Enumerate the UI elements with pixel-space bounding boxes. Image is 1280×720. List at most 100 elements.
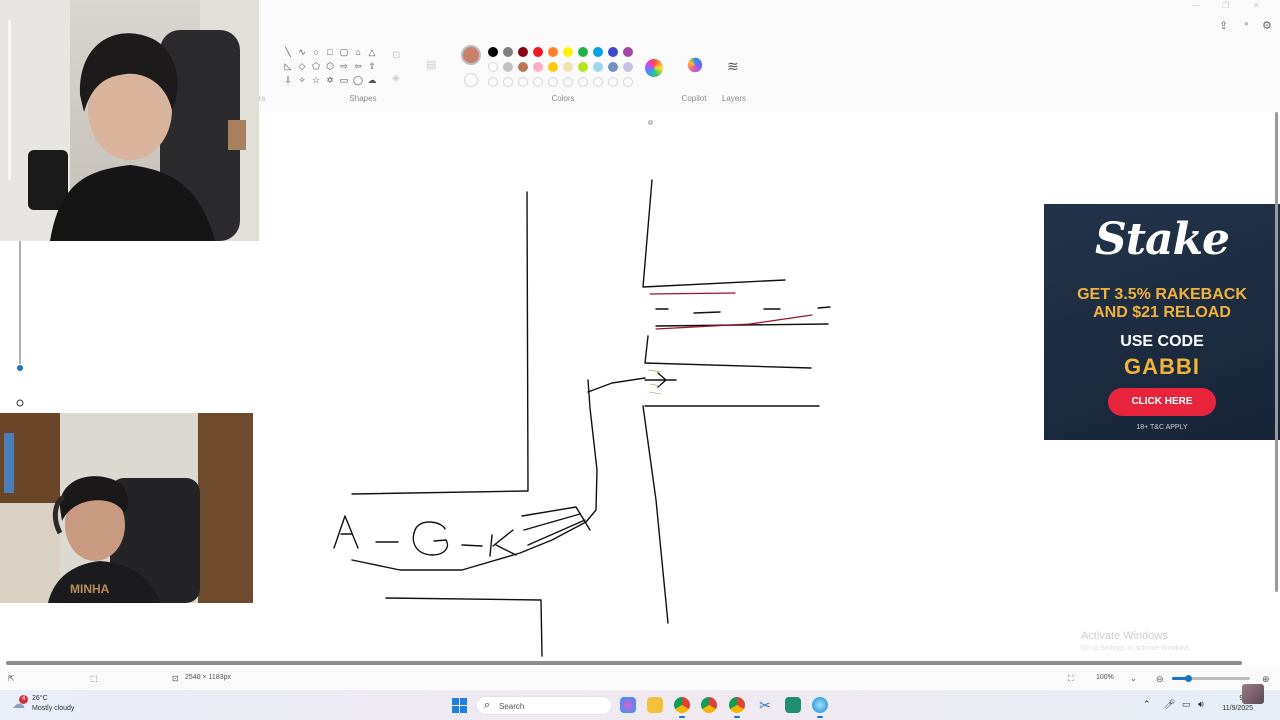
hexagon-shape-icon[interactable]: ⬡ bbox=[323, 59, 337, 73]
chrome-profile-2-icon[interactable] bbox=[701, 697, 717, 713]
notification-avatar[interactable] bbox=[1242, 684, 1264, 704]
palette-swatch[interactable] bbox=[576, 60, 591, 75]
palette-swatch[interactable] bbox=[546, 45, 561, 60]
zoom-dropdown-chevron-icon[interactable]: ⌄ bbox=[1130, 674, 1137, 683]
edit-colors-icon[interactable] bbox=[645, 59, 663, 77]
share-icon[interactable]: ⇪ bbox=[1219, 19, 1228, 35]
custom-color-slot[interactable] bbox=[516, 75, 531, 90]
vertical-scrollbar[interactable] bbox=[1275, 112, 1278, 592]
cloud-callout-shape-icon[interactable]: ☁ bbox=[365, 73, 379, 87]
palette-swatch[interactable] bbox=[591, 60, 606, 75]
up-arrow-shape-icon[interactable]: ⇧ bbox=[365, 59, 379, 73]
network-icon[interactable]: ▭ bbox=[1182, 699, 1191, 710]
close-icon[interactable]: ✕ bbox=[1253, 1, 1260, 10]
zoom-out-icon[interactable]: ⊖ bbox=[1156, 674, 1164, 685]
color-2-swatch[interactable] bbox=[464, 73, 478, 87]
pentagon-shape-icon[interactable]: ⬠ bbox=[309, 59, 323, 73]
custom-color-slot[interactable] bbox=[576, 75, 591, 90]
palette-swatch[interactable] bbox=[591, 45, 606, 60]
horizontal-scrollbar[interactable] bbox=[6, 661, 1242, 665]
start-button[interactable] bbox=[452, 698, 467, 713]
swatch-dot bbox=[518, 47, 528, 57]
diamond-shape-icon[interactable]: ◇ bbox=[295, 59, 309, 73]
canvas-handle[interactable] bbox=[648, 120, 653, 125]
palette-swatch[interactable] bbox=[546, 60, 561, 75]
custom-color-slot[interactable] bbox=[486, 75, 501, 90]
rectangle-shape-icon[interactable]: □ bbox=[323, 45, 337, 59]
palette-swatch[interactable] bbox=[576, 45, 591, 60]
palette-swatch[interactable] bbox=[486, 45, 501, 60]
fit-to-window-icon[interactable]: ⛶ bbox=[1068, 674, 1074, 684]
palette-swatch[interactable] bbox=[561, 45, 576, 60]
palette-swatch[interactable] bbox=[516, 45, 531, 60]
palette-swatch[interactable] bbox=[486, 60, 501, 75]
palette-swatch[interactable] bbox=[501, 45, 516, 60]
obs-app-icon[interactable] bbox=[785, 697, 801, 713]
file-explorer-icon[interactable] bbox=[647, 697, 663, 713]
oval-shape-icon[interactable]: ○ bbox=[309, 45, 323, 59]
palette-swatch[interactable] bbox=[561, 60, 576, 75]
maximize-icon[interactable]: ❐ bbox=[1222, 1, 1229, 10]
taskbar-date[interactable]: 11/9/2025 bbox=[1216, 705, 1253, 712]
line-shape-icon[interactable]: ╲ bbox=[281, 45, 295, 59]
custom-color-slot[interactable] bbox=[591, 75, 606, 90]
right-triangle-shape-icon[interactable]: ◺ bbox=[281, 59, 295, 73]
palette-swatch[interactable] bbox=[501, 60, 516, 75]
left-arrow-shape-icon[interactable]: ⇦ bbox=[351, 59, 365, 73]
custom-color-slot[interactable] bbox=[621, 75, 636, 90]
rect-callout-shape-icon[interactable]: ▭ bbox=[337, 73, 351, 87]
minimize-icon[interactable]: — bbox=[1192, 1, 1200, 10]
rounded-rect-shape-icon[interactable]: ▢ bbox=[337, 45, 351, 59]
connector-path bbox=[587, 377, 646, 393]
stake-advertisement[interactable]: Stake GET 3.5% RAKEBACK AND $21 RELOAD U… bbox=[1044, 204, 1280, 440]
snipping-tool-icon[interactable]: ✂ bbox=[757, 697, 773, 713]
taskbar-search[interactable]: ⌕ Search bbox=[476, 696, 612, 715]
curve-shape-icon[interactable]: ∿ bbox=[295, 45, 309, 59]
fill-icon[interactable]: ◈ bbox=[392, 73, 400, 84]
layers-icon[interactable]: ≋ bbox=[727, 58, 739, 75]
zoom-level-text[interactable]: 100% bbox=[1096, 674, 1114, 681]
opacity-icon[interactable] bbox=[16, 399, 24, 407]
swatch-dot bbox=[533, 77, 543, 87]
copilot-app-icon[interactable] bbox=[620, 697, 636, 713]
custom-color-slot[interactable] bbox=[546, 75, 561, 90]
copilot-icon[interactable] bbox=[687, 57, 703, 73]
custom-color-slot[interactable] bbox=[606, 75, 621, 90]
palette-swatch[interactable] bbox=[531, 60, 546, 75]
palette-swatch[interactable] bbox=[606, 45, 621, 60]
account-icon[interactable]: ● bbox=[1244, 19, 1249, 35]
palette-swatch[interactable] bbox=[531, 45, 546, 60]
slider-thumb[interactable] bbox=[17, 365, 23, 371]
six-point-star-shape-icon[interactable]: ✡ bbox=[323, 73, 337, 87]
paint-app-icon[interactable] bbox=[812, 697, 828, 713]
oval-callout-shape-icon[interactable]: ◯ bbox=[351, 73, 365, 87]
microphone-icon[interactable]: 🎤︎ bbox=[1164, 699, 1175, 710]
volume-icon[interactable]: 🔊︎ bbox=[1198, 699, 1204, 710]
zoom-slider-thumb[interactable] bbox=[1185, 675, 1192, 682]
four-point-star-shape-icon[interactable]: ✧ bbox=[295, 73, 309, 87]
weather-temperature[interactable]: 26°C bbox=[32, 695, 48, 702]
polygon-shape-icon[interactable]: ⌂ bbox=[351, 45, 365, 59]
chrome-profile-3-icon[interactable] bbox=[729, 697, 745, 713]
triangle-shape-icon[interactable]: △ bbox=[365, 45, 379, 59]
custom-color-slot[interactable] bbox=[561, 75, 576, 90]
weather-description[interactable]: Mostly cloudy bbox=[32, 705, 74, 712]
right-arrow-shape-icon[interactable]: ⇨ bbox=[337, 59, 351, 73]
palette-swatch[interactable] bbox=[621, 60, 636, 75]
custom-color-slot[interactable] bbox=[501, 75, 516, 90]
palette-swatch[interactable] bbox=[621, 45, 636, 60]
down-arrow-shape-icon[interactable]: ⇩ bbox=[281, 73, 295, 87]
settings-gear-icon[interactable]: ⚙ bbox=[1262, 19, 1272, 35]
chrome-icon[interactable] bbox=[674, 697, 690, 713]
custom-color-slot[interactable] bbox=[531, 75, 546, 90]
five-point-star-shape-icon[interactable]: ☆ bbox=[309, 73, 323, 87]
color-1-swatch[interactable] bbox=[461, 45, 481, 65]
outline-icon[interactable]: ⊡ bbox=[392, 50, 400, 61]
tray-overflow-chevron-icon[interactable]: ⌃ bbox=[1143, 699, 1151, 710]
zoom-slider-track[interactable] bbox=[1172, 677, 1250, 680]
palette-swatch[interactable] bbox=[516, 60, 531, 75]
zoom-in-icon[interactable]: ⊕ bbox=[1262, 674, 1270, 685]
palette-swatch[interactable] bbox=[606, 60, 621, 75]
size-icon[interactable]: ▤ bbox=[426, 58, 436, 71]
ad-click-here-button[interactable]: CLICK HERE bbox=[1108, 388, 1216, 416]
